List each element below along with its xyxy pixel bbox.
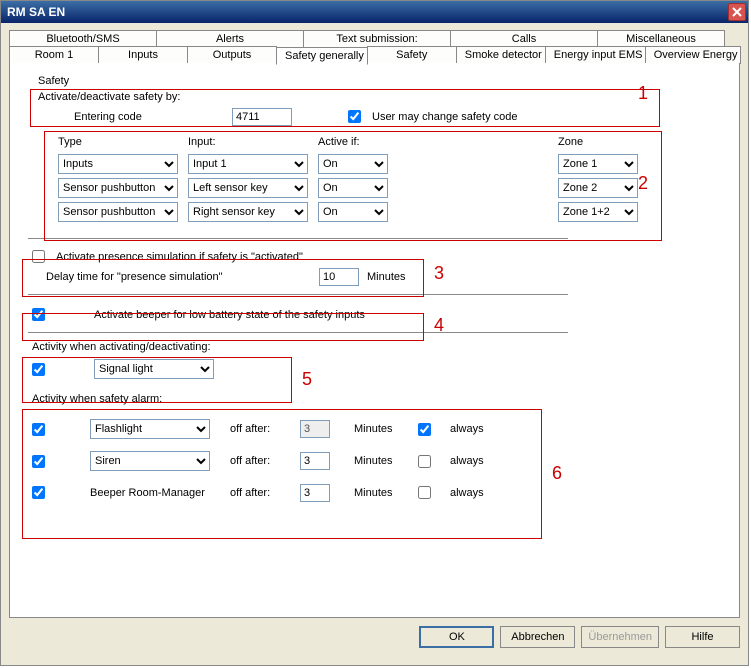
input-select[interactable]: Right sensor key: [188, 202, 308, 222]
minutes-label: Minutes: [354, 423, 393, 435]
hdr-active: Active if:: [318, 136, 408, 152]
tab-energy-input-ems[interactable]: Energy input EMS: [545, 46, 646, 64]
trigger-row: Sensor pushbutton Left sensor key On Zone 2: [58, 176, 642, 200]
tab-outputs[interactable]: Outputs: [187, 46, 277, 64]
active-select[interactable]: On: [318, 202, 388, 222]
activity-activating-label: Activity when activating/deactivating:: [28, 341, 721, 355]
help-button[interactable]: Hilfe: [665, 626, 740, 648]
battery-beeper-label: Activate beeper for low battery state of…: [94, 309, 365, 321]
user-may-change-checkbox[interactable]: [348, 110, 361, 123]
titlebar: RM SA EN: [1, 1, 748, 23]
type-select[interactable]: Sensor pushbutton: [58, 202, 178, 222]
alarm-enable-checkbox[interactable]: [32, 423, 45, 436]
window-title: RM SA EN: [7, 5, 65, 19]
button-bar: OK Abbrechen Übernehmen Hilfe: [9, 618, 740, 656]
minutes-label: Minutes: [354, 455, 393, 467]
activity-activating-checkbox[interactable]: [32, 363, 45, 376]
always-label: always: [450, 423, 484, 435]
tab-smoke-detector[interactable]: Smoke detector: [456, 46, 546, 64]
alarm-device-select[interactable]: Flashlight: [90, 419, 210, 439]
zone-select[interactable]: Zone 1+2: [558, 202, 638, 222]
presence-sim-checkbox[interactable]: [32, 250, 45, 263]
alarm-row: Flashlight off after: Minutes always: [28, 417, 488, 441]
tab-inputs[interactable]: Inputs: [98, 46, 188, 64]
user-may-change-label: User may change safety code: [372, 111, 518, 123]
activity-activating-select[interactable]: Signal light: [94, 359, 214, 379]
always-label: always: [450, 487, 484, 499]
hdr-input: Input:: [188, 136, 318, 152]
off-after-label: off after:: [230, 423, 270, 435]
alarm-row: Beeper Room-Manager off after: Minutes alwa…: [28, 481, 488, 504]
always-checkbox[interactable]: [418, 486, 431, 499]
battery-beeper-checkbox[interactable]: [32, 308, 45, 321]
tab-overview-energy[interactable]: Overview Energy: [645, 46, 741, 64]
entering-code-label: Entering code: [74, 111, 224, 123]
ann-3: 3: [434, 263, 444, 284]
tabstrip: Bluetooth/SMSAlertsText submission:Calls…: [9, 29, 740, 63]
tab-safety[interactable]: Safety: [367, 46, 457, 64]
hdr-zone: Zone: [558, 136, 642, 152]
presence-sim-label: Activate presence simulation if safety i…: [56, 251, 303, 263]
ann-4: 4: [434, 315, 444, 336]
safety-header: Safety: [38, 75, 721, 87]
alarm-device-select[interactable]: Siren: [90, 451, 210, 471]
alarm-enable-checkbox[interactable]: [32, 486, 45, 499]
input-select[interactable]: Input 1: [188, 154, 308, 174]
tab-text-submission-[interactable]: Text submission:: [303, 30, 451, 47]
presence-delay-label: Delay time for "presence simulation": [28, 271, 311, 283]
trigger-row: Sensor pushbutton Right sensor key On Zone …: [58, 200, 642, 224]
close-button[interactable]: [728, 3, 746, 21]
always-label: always: [450, 455, 484, 467]
trigger-row: Inputs Input 1 On Zone 1: [58, 152, 642, 176]
always-checkbox[interactable]: [418, 423, 431, 436]
app-window: RM SA EN Bluetooth/SMSAlertsText submiss…: [0, 0, 749, 666]
tab-room-1[interactable]: Room 1: [9, 46, 99, 64]
tab-bluetooth-sms[interactable]: Bluetooth/SMS: [9, 30, 157, 47]
code-input[interactable]: [232, 108, 292, 126]
activate-fieldset-label: Activate/deactivate safety by:: [34, 91, 721, 105]
ann-1: 1: [638, 83, 648, 104]
off-after-label: off after:: [230, 487, 270, 499]
active-select[interactable]: On: [318, 154, 388, 174]
tab-page: Safety Activate/deactivate safety by: En…: [9, 63, 740, 618]
ann-2: 2: [638, 173, 648, 194]
cancel-button[interactable]: Abbrechen: [500, 626, 575, 648]
alarm-enable-checkbox[interactable]: [32, 455, 45, 468]
alarm-row: Siren off after: Minutes always: [28, 449, 488, 473]
minutes-label: Minutes: [354, 487, 393, 499]
activity-alarm-label: Activity when safety alarm:: [28, 393, 721, 407]
tab-calls[interactable]: Calls: [450, 30, 598, 47]
zone-select[interactable]: Zone 2: [558, 178, 638, 198]
hdr-type: Type: [58, 136, 188, 152]
always-checkbox[interactable]: [418, 455, 431, 468]
ok-button[interactable]: OK: [419, 626, 494, 648]
off-after-input[interactable]: [300, 484, 330, 502]
client-area: Bluetooth/SMSAlertsText submission:Calls…: [1, 23, 748, 665]
active-select[interactable]: On: [318, 178, 388, 198]
zone-select[interactable]: Zone 1: [558, 154, 638, 174]
tab-miscellaneous[interactable]: Miscellaneous: [597, 30, 725, 47]
presence-delay-input[interactable]: [319, 268, 359, 286]
tab-alerts[interactable]: Alerts: [156, 30, 304, 47]
off-after-input[interactable]: [300, 452, 330, 470]
type-select[interactable]: Inputs: [58, 154, 178, 174]
ann-5: 5: [302, 369, 312, 390]
apply-button[interactable]: Übernehmen: [581, 626, 659, 648]
alarm-device-label: Beeper Room-Manager: [90, 487, 210, 499]
input-select[interactable]: Left sensor key: [188, 178, 308, 198]
ann-6: 6: [552, 463, 562, 484]
type-select[interactable]: Sensor pushbutton: [58, 178, 178, 198]
off-after-input[interactable]: [300, 420, 330, 438]
tab-safety-generally[interactable]: Safety generally: [276, 47, 368, 65]
off-after-label: off after:: [230, 455, 270, 467]
presence-delay-unit: Minutes: [367, 271, 406, 283]
